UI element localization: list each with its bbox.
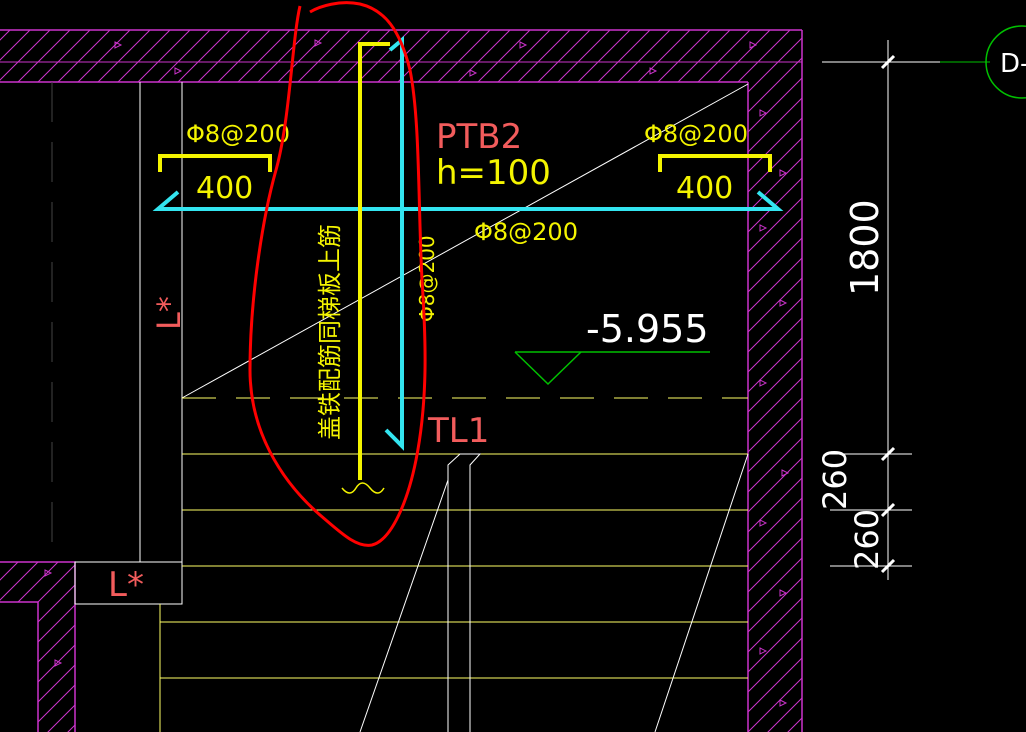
beam-label: TL1 — [427, 411, 489, 451]
right-hook-length: 400 — [676, 171, 733, 206]
annotation-note: 盖铁配筋同梯板上筋 — [316, 224, 344, 440]
dim-260-a-label: 260 — [816, 449, 854, 510]
bottom-left-label: L* — [108, 565, 144, 605]
top-bar-right-label: Φ8@200 — [644, 120, 748, 148]
elevation-marker — [514, 351, 710, 386]
distribution-bar-label: Φ8@200 — [474, 218, 578, 246]
thickness-label: h=100 — [436, 153, 551, 193]
left-hook-length: 400 — [196, 171, 253, 206]
stair-treads — [159, 453, 748, 732]
slab-label: PTB2 — [436, 117, 522, 157]
top-bar-left-label: Φ8@200 — [186, 120, 290, 148]
cyan-vertical-rebar — [384, 35, 404, 451]
column-outline — [51, 82, 183, 605]
right-wall — [748, 82, 802, 732]
left-wall-label: L* — [150, 296, 188, 330]
dim-260-b-label: 260 — [848, 509, 886, 570]
stair-stringer — [359, 453, 749, 732]
yellow-hook-left — [158, 154, 272, 172]
dim-1800-label: 1800 — [843, 199, 887, 296]
elevation-label: -5.955 — [586, 307, 709, 351]
axis-bubble-label: D- — [1000, 49, 1026, 79]
yellow-vertical-rebar — [358, 42, 390, 480]
cad-drawing: Φ8@200 Φ8@200 400 400 PTB2 h=100 Φ8@200 … — [0, 1, 1026, 732]
bottom-left-wall — [0, 562, 75, 602]
break-symbol — [341, 482, 385, 494]
vertical-bar-label: Φ8@200 — [415, 235, 439, 322]
